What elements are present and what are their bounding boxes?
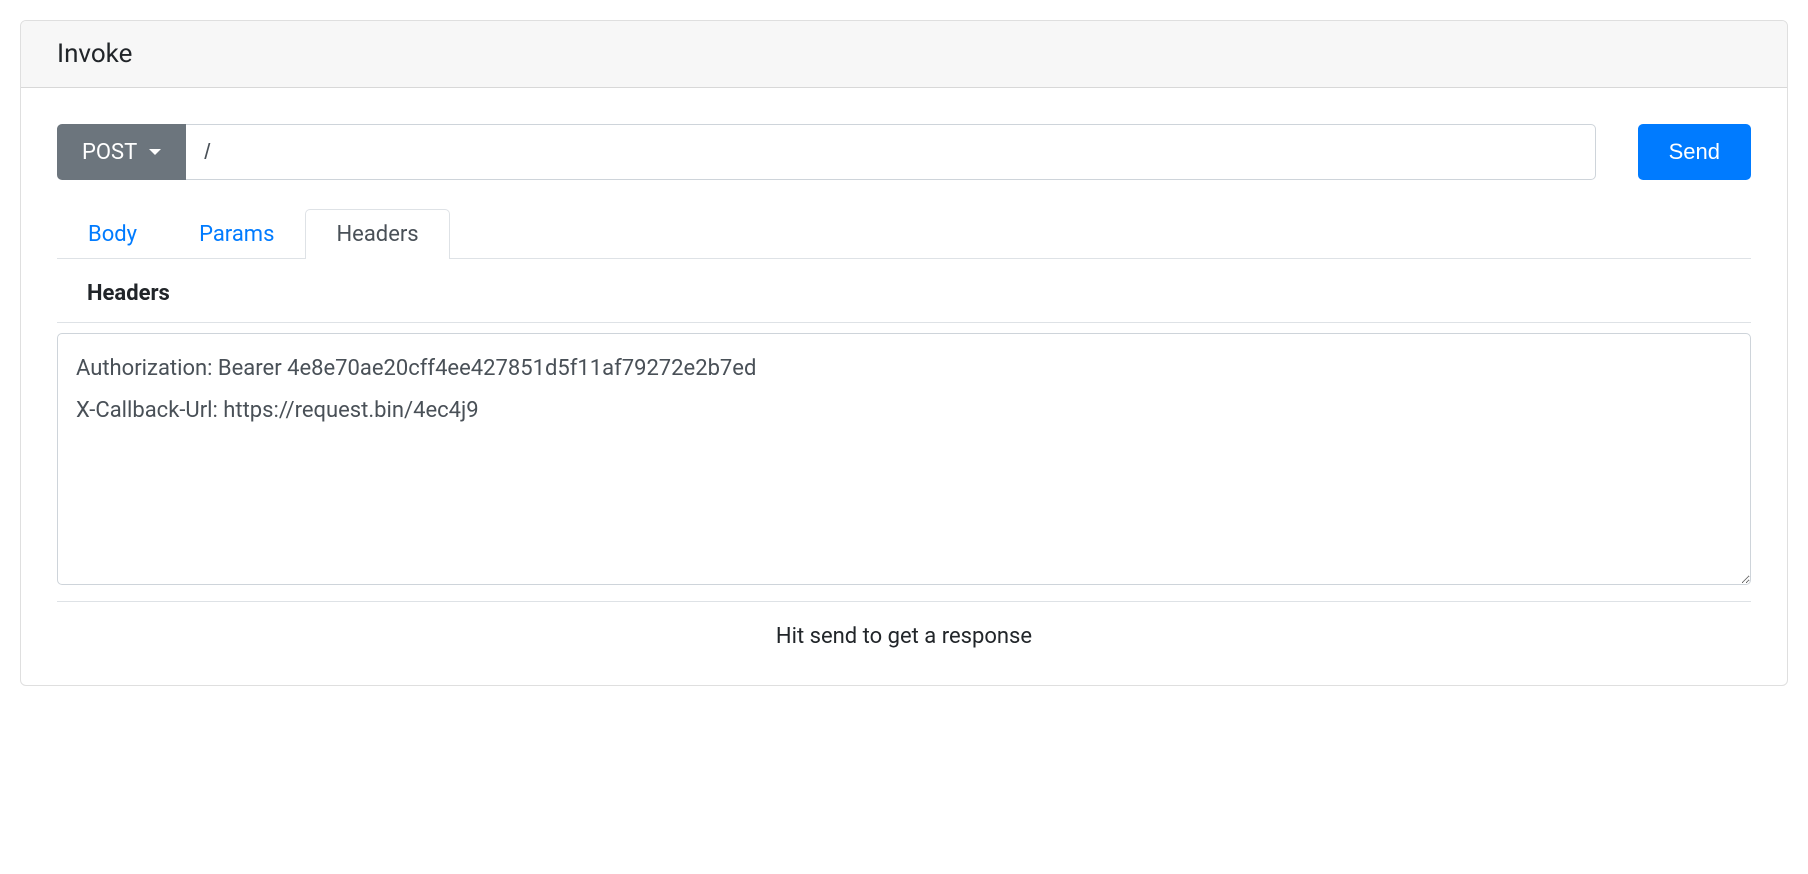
http-method-label: POST	[82, 140, 137, 165]
headers-section-title: Headers	[57, 271, 1751, 323]
invoke-panel: Invoke POST Send Body Params Headers Hea…	[20, 20, 1788, 686]
response-placeholder: Hit send to get a response	[57, 624, 1751, 649]
tab-body[interactable]: Body	[57, 209, 168, 259]
panel-body: POST Send Body Params Headers Headers Hi…	[21, 88, 1787, 685]
tabs: Body Params Headers	[57, 208, 1751, 259]
headers-textarea[interactable]	[57, 333, 1751, 585]
panel-title: Invoke	[21, 21, 1787, 88]
caret-down-icon	[149, 149, 161, 155]
request-row: POST Send	[57, 124, 1751, 180]
http-method-dropdown[interactable]: POST	[57, 124, 186, 180]
tab-params[interactable]: Params	[168, 209, 305, 259]
tab-headers[interactable]: Headers	[305, 209, 449, 259]
send-button[interactable]: Send	[1638, 124, 1751, 180]
url-input[interactable]	[186, 124, 1595, 180]
divider	[57, 601, 1751, 602]
